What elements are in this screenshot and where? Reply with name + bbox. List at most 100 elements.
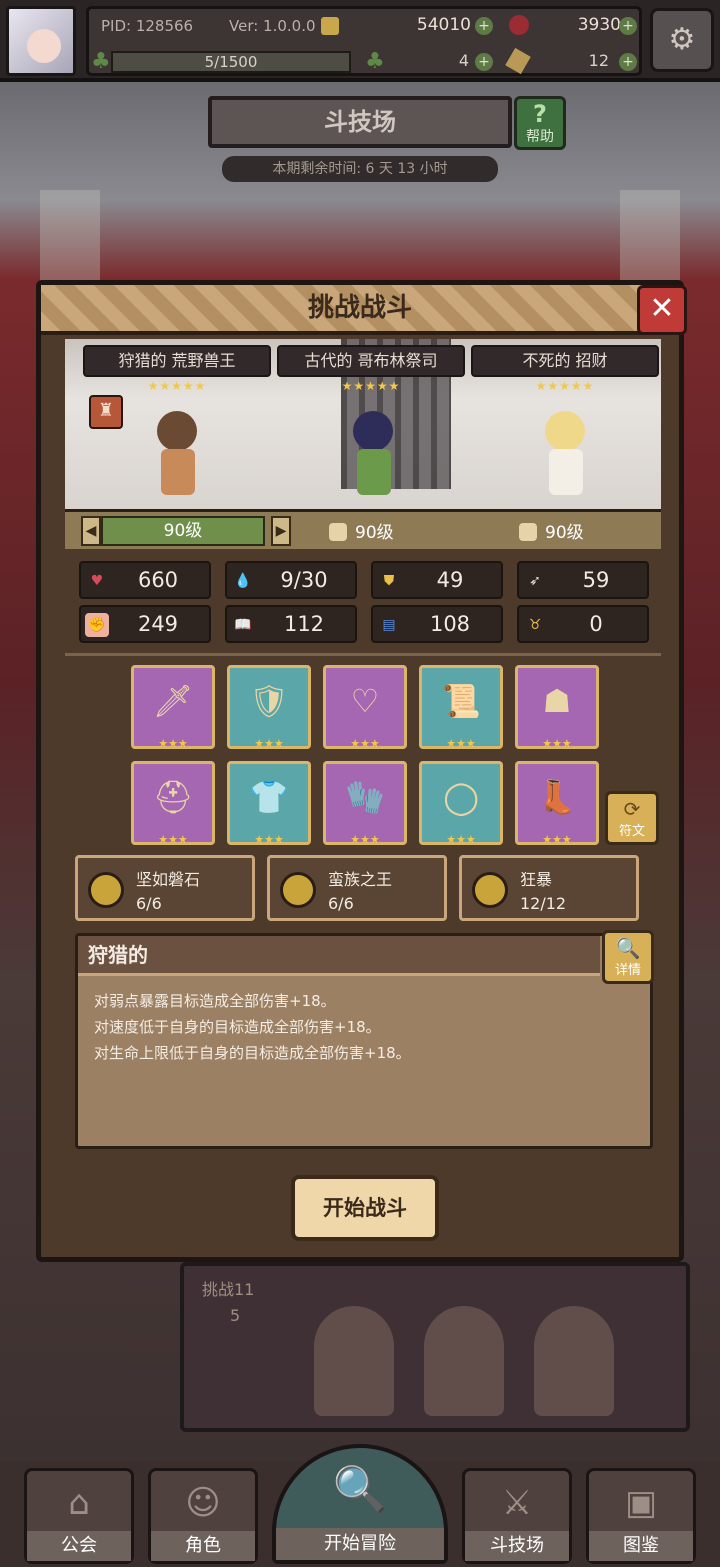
player-avatar[interactable] [6, 6, 76, 76]
enemy-card[interactable]: 狩猎的 荒野兽王 ★★★★★ [83, 345, 271, 395]
goblin-priest-sprite [331, 405, 415, 505]
season-remaining-time: 本期剩余时间: 6 天 13 小时 [222, 156, 498, 182]
game-version: Ver: 1.0.0.0 [229, 17, 316, 35]
background-challenge-panel: 挑战11 5 [180, 1262, 690, 1432]
stat-defense: ⛊ 49 [371, 561, 503, 599]
trait-effect-line: 对速度低于自身的目标造成全部伤害+18。 [94, 1018, 381, 1036]
enemy-level-item[interactable]: 90级 [519, 518, 584, 543]
heart-icon: ♥ [90, 573, 104, 589]
equipment-slot-weapon[interactable]: 🗡 ★★★ [131, 665, 215, 750]
equipment-slot-mask[interactable]: ☗ ★★★ [515, 665, 599, 750]
trait-effect-line: 对弱点暴露目标造成全部伤害+18。 [94, 992, 336, 1010]
equipment-slot-ring[interactable]: ◯ ★★★ [419, 761, 503, 846]
stat-value: 249 [137, 612, 179, 636]
book-icon: 📖 [234, 617, 252, 633]
enemy-stars: ★★★★★ [147, 379, 207, 393]
question-icon: ? [533, 100, 547, 128]
set-count: 6/6 [328, 894, 354, 913]
add-clover-icon[interactable]: + [475, 53, 493, 71]
add-ruby-icon[interactable]: + [619, 17, 637, 35]
clover-icon: ♣ [365, 49, 385, 74]
set-bonus[interactable]: 蛮族之王 6/6 [267, 855, 447, 921]
close-button[interactable]: ✕ [637, 285, 687, 335]
rune-label: 符文 [618, 824, 645, 839]
enemy-card[interactable]: 不死的 招财 ★★★★★ [471, 345, 659, 395]
nav-label: 斗技场 [465, 1531, 569, 1561]
equipment-stars: ★★★ [254, 737, 284, 750]
nav-character[interactable]: ☺ 角色 [148, 1468, 258, 1564]
bottom-navigation: ⌂ 公会 ☺ 角色 🔍 开始冒险 ⚔ 斗技场 ▣ 图鉴 [0, 1444, 720, 1567]
set-count: 12/12 [520, 894, 567, 913]
ticket-amount: 12 [588, 51, 609, 70]
ruby-amount: 3930 [577, 15, 621, 35]
set-name: 蛮族之王 [328, 870, 393, 889]
coin-icon [321, 17, 339, 35]
stamina-value: 5/1500 [204, 53, 258, 71]
stat-magic: 📖 112 [225, 605, 357, 643]
magnifier-icon: 🔍 [332, 1464, 388, 1515]
selected-enemy-tab[interactable]: 90级 [101, 516, 265, 546]
add-ticket-icon[interactable]: + [619, 53, 637, 71]
helmet-icon: ⛑ [152, 778, 194, 816]
wing-icon: ➶ [529, 573, 541, 589]
help-label: 帮助 [526, 129, 554, 145]
background-character [424, 1306, 504, 1416]
enemy-level-strip: ◀ 90级 ▶ 90级 90级 [65, 509, 661, 549]
enemy-level-item[interactable]: 90级 [329, 518, 394, 543]
set-count: 6/6 [136, 894, 162, 913]
nav-codex[interactable]: ▣ 图鉴 [586, 1468, 696, 1564]
enemy-stars: ★★★★★ [341, 379, 401, 393]
codex-icon: ▣ [624, 1483, 658, 1523]
fist-icon: ✊ [85, 613, 109, 637]
equipment-slot-armor[interactable]: 👕 ★★★ [227, 761, 311, 846]
stat-speed: ➶ 59 [517, 561, 649, 599]
set-gem-icon [280, 872, 316, 908]
enemy-card[interactable]: 古代的 哥布林祭司 ★★★★★ [277, 345, 465, 395]
stat-attack: ✊ 249 [79, 605, 211, 643]
stat-value: 0 [589, 612, 603, 636]
nav-guild[interactable]: ⌂ 公会 [24, 1468, 134, 1564]
equipment-slot-gloves[interactable]: 🧤 ★★★ [323, 761, 407, 846]
equipment-stars: ★★★ [350, 737, 380, 750]
stat-value: 9/30 [280, 568, 328, 592]
equipment-stars: ★★★ [446, 833, 476, 846]
rune-button[interactable]: ⟳ 符文 [605, 791, 659, 845]
settings-button[interactable]: ⚙ [650, 8, 714, 72]
equipment-stars: ★★★ [350, 833, 380, 846]
start-battle-button[interactable]: 开始战斗 [291, 1175, 439, 1241]
enemy-name: 狩猎的 荒野兽王 [83, 345, 271, 377]
equipment-stars: ★★★ [158, 737, 188, 750]
shield-icon: ⛊ [383, 573, 395, 589]
add-gold-icon[interactable]: + [475, 17, 493, 35]
scroll-icon: 📜 [441, 682, 481, 720]
stat-value: 49 [436, 568, 464, 592]
set-name: 狂暴 [520, 870, 553, 889]
horseshoe-icon: ♉ [528, 617, 542, 633]
set-bonus[interactable]: 狂暴 12/12 [459, 855, 639, 921]
armor-icon: 👕 [249, 778, 289, 816]
nav-start-adventure[interactable]: 🔍 开始冒险 [272, 1444, 448, 1564]
equipment-slot-helmet[interactable]: ⛑ ★★★ [131, 761, 215, 846]
detail-button[interactable]: 🔍 详情 [602, 930, 654, 984]
set-gem-icon [88, 872, 124, 908]
equipment-slot-shield[interactable]: 🛡 ★★★ [227, 665, 311, 750]
enemy-stars: ★★★★★ [535, 379, 595, 393]
equipment-stars: ★★★ [254, 833, 284, 846]
necklace-icon: ♡ [350, 682, 380, 720]
help-button[interactable]: ? 帮助 [514, 96, 566, 150]
set-bonus[interactable]: 坚如磐石 6/6 [75, 855, 255, 921]
equipment-stars: ★★★ [446, 737, 476, 750]
equipment-slot-scroll[interactable]: 📜 ★★★ [419, 665, 503, 750]
boots-icon: 👢 [537, 778, 577, 816]
nav-label: 角色 [151, 1531, 255, 1561]
equipment-slot-boots[interactable]: 👢 ★★★ [515, 761, 599, 846]
nav-arena[interactable]: ⚔ 斗技场 [462, 1468, 572, 1564]
set-gem-icon [472, 872, 508, 908]
lucky-cat-sprite [523, 405, 607, 505]
nav-label: 开始冒险 [276, 1528, 444, 1560]
trait-effects: 对弱点暴露目标造成全部伤害+18。 对速度低于自身的目标造成全部伤害+18。 对… [94, 988, 411, 1066]
magnifier-icon: 🔍 [615, 936, 641, 960]
set-name: 坚如磐石 [136, 870, 201, 889]
player-id: PID: 128566 [101, 17, 194, 35]
equipment-slot-necklace[interactable]: ♡ ★★★ [323, 665, 407, 750]
